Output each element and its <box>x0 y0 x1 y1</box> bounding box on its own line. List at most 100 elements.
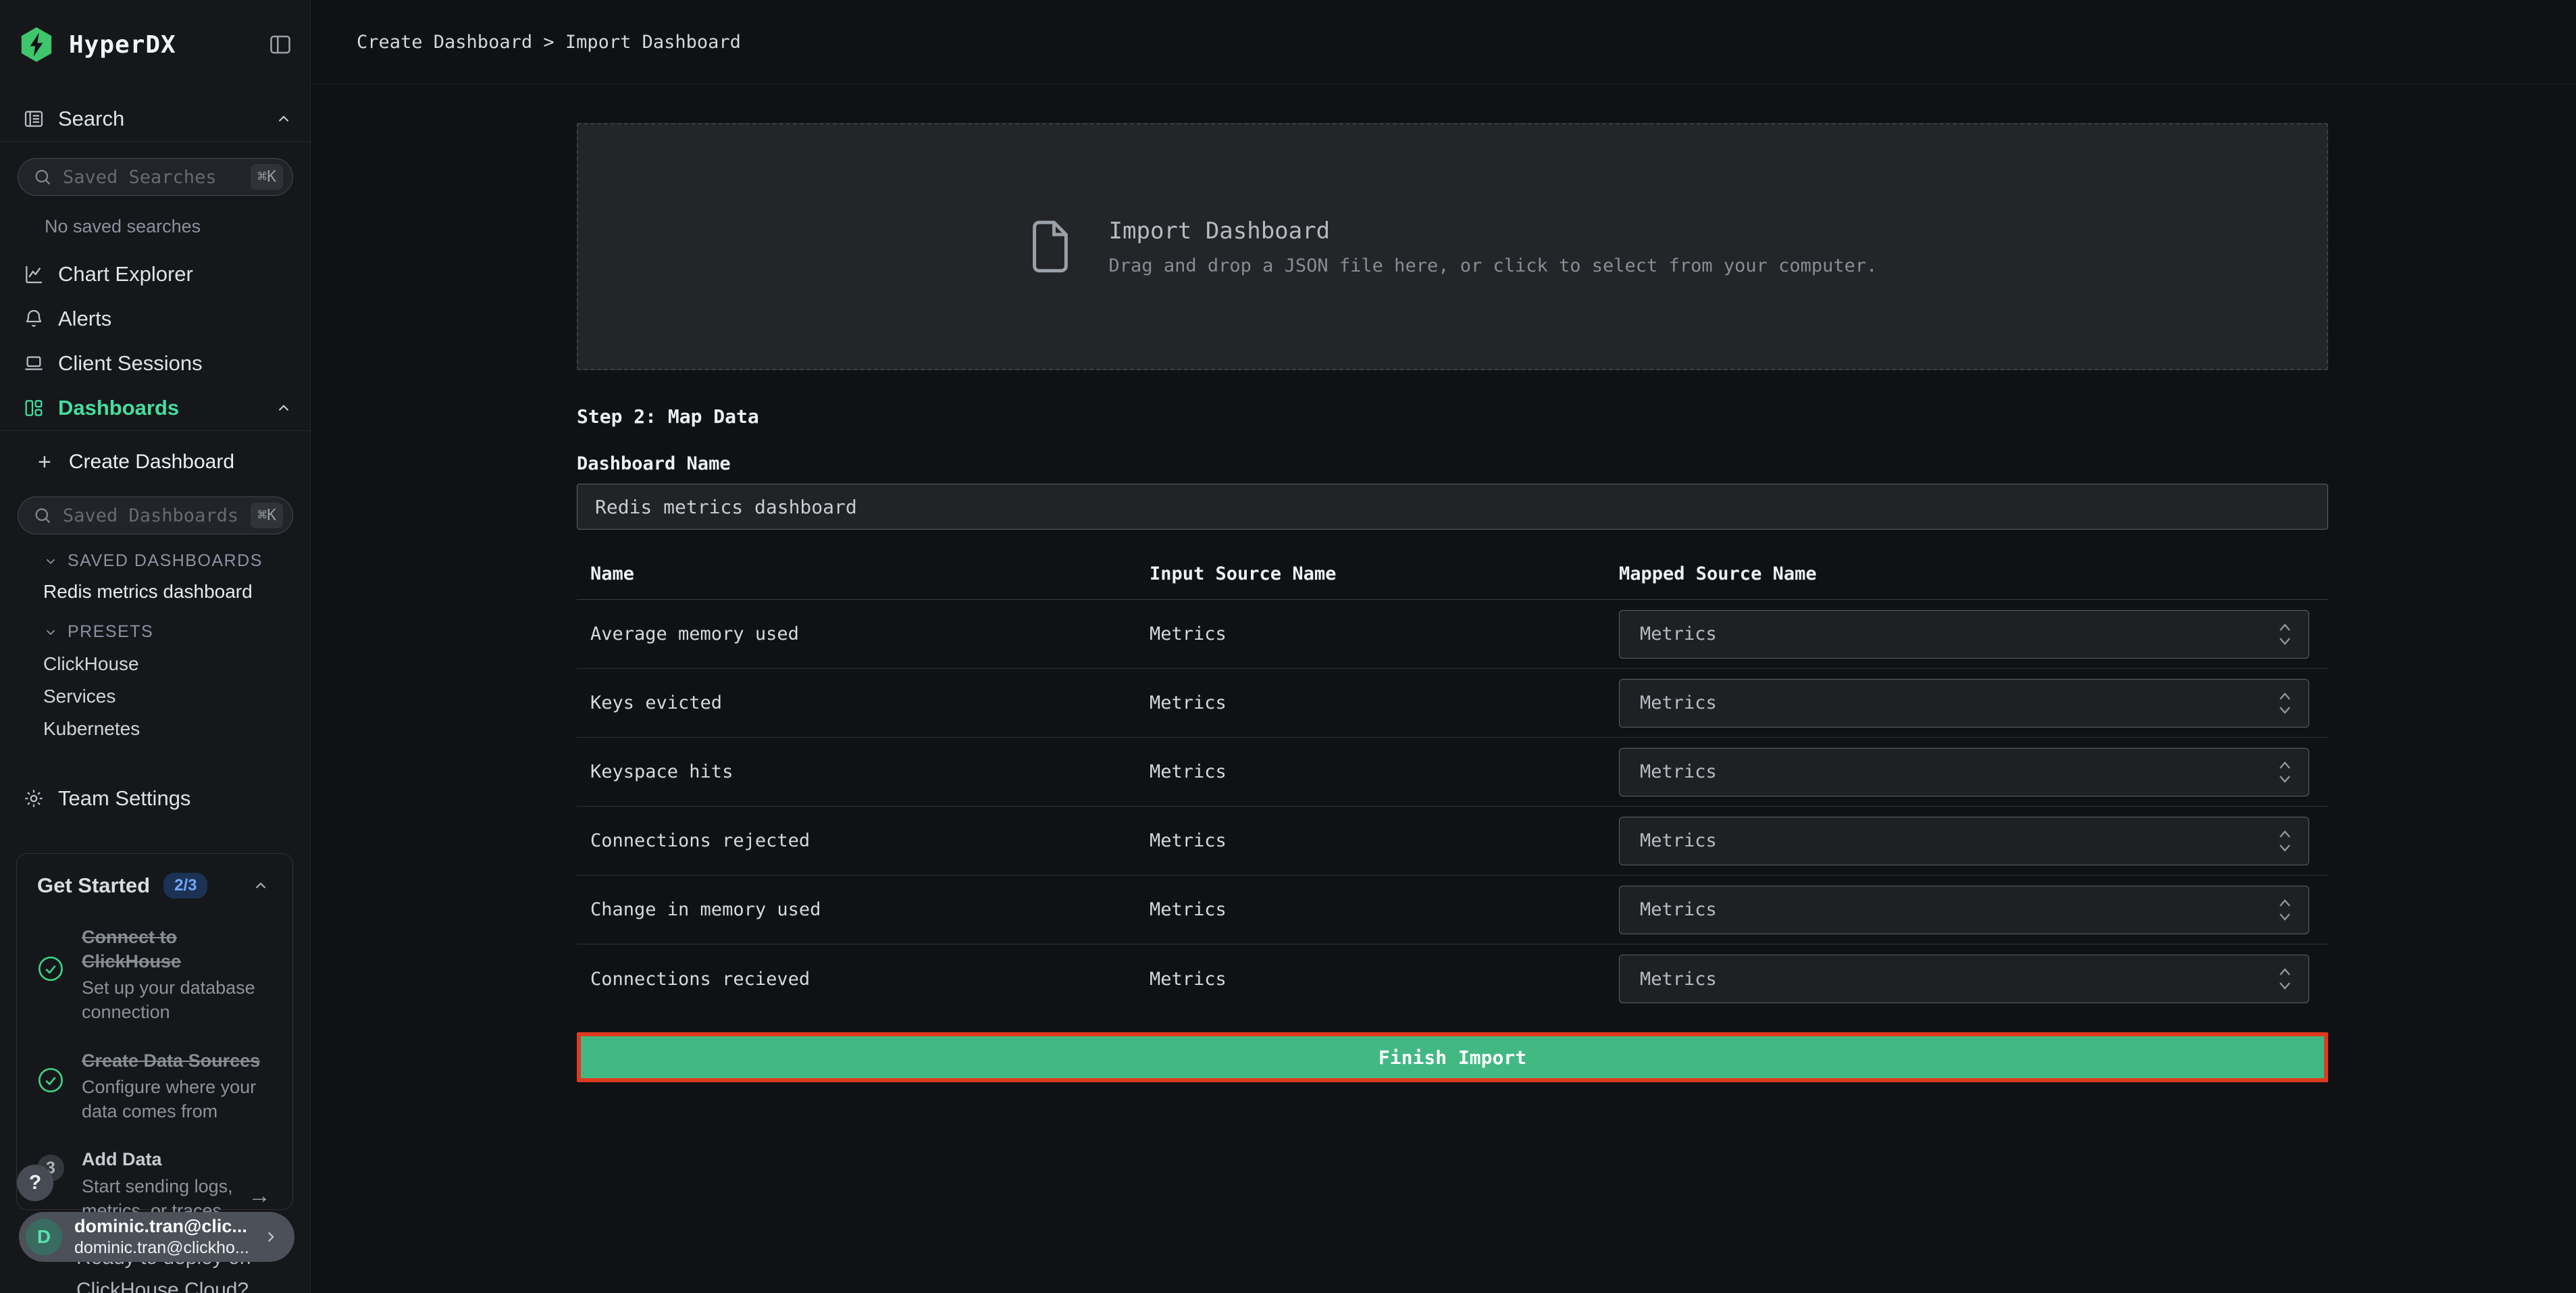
user-email: dominic.tran@clickho... <box>74 1238 249 1258</box>
search-icon <box>33 506 52 525</box>
mapped-source-value: Metrics <box>1640 761 1717 782</box>
chevron-up-icon <box>275 399 292 417</box>
sidebar-item-client-sessions[interactable]: Client Sessions <box>18 346 292 381</box>
create-dashboard-label: Create Dashboard <box>69 451 234 474</box>
app-root: HyperDX Search Saved Searches ⌘K No save… <box>0 0 2576 1293</box>
bell-icon <box>23 308 45 330</box>
sidebar-item-team-settings[interactable]: Team Settings <box>18 781 292 816</box>
saved-searches-input[interactable]: Saved Searches ⌘K <box>18 158 293 196</box>
dashboards-icon <box>23 397 45 419</box>
search-section-icon <box>23 108 45 130</box>
column-header-name: Name <box>577 563 1150 584</box>
sidebar-item-preset-kubernetes[interactable]: Kubernetes <box>43 718 140 740</box>
row-mapped-source-cell: Metrics <box>1619 886 2328 934</box>
mapped-source-select[interactable]: Metrics <box>1619 955 2309 1003</box>
arrow-right-icon: → <box>248 1183 271 1209</box>
step-desc: Set up your database connection <box>82 976 265 1024</box>
select-updown-icon <box>2277 828 2292 855</box>
plus-icon: + <box>38 449 51 476</box>
mapped-source-value: Metrics <box>1640 830 1717 851</box>
mapped-source-select[interactable]: Metrics <box>1619 610 2309 659</box>
sidebar-item-alerts[interactable]: Alerts <box>18 301 292 336</box>
column-header-input-source: Input Source Name <box>1150 563 1619 584</box>
row-input-source: Metrics <box>1150 692 1619 713</box>
map-table-body: Average memory usedMetricsMetrics Keys ev… <box>577 600 2328 1013</box>
mapped-source-select[interactable]: Metrics <box>1619 748 2309 796</box>
chart-icon <box>23 263 45 285</box>
table-row: Average memory usedMetricsMetrics <box>577 600 2328 669</box>
step-label: Step 2: Map Data <box>577 405 2328 428</box>
import-dashboard-content: Import Dashboard Drag and drop a JSON fi… <box>311 84 2328 1082</box>
create-dashboard-button[interactable]: + Create Dashboard <box>38 446 234 478</box>
row-name: Connections rejected <box>577 830 1150 851</box>
get-started-step-connect[interactable]: Connect to ClickHouse Set up your databa… <box>37 926 275 1025</box>
select-updown-icon <box>2277 621 2292 648</box>
user-name: dominic.tran@clic... <box>74 1216 249 1237</box>
select-updown-icon <box>2277 759 2292 786</box>
get-started-step-sources[interactable]: Create Data Sources Configure where your… <box>37 1049 275 1124</box>
cloud-banner-line2: ClickHouse Cloud? <box>76 1279 249 1293</box>
divider <box>0 430 310 431</box>
sidebar-item-label: Alerts <box>58 307 111 331</box>
saved-searches-placeholder: Saved Searches <box>63 167 217 188</box>
no-saved-searches-text: No saved searches <box>45 216 201 237</box>
logo-row: HyperDX <box>18 24 292 65</box>
row-input-source: Metrics <box>1150 899 1619 920</box>
avatar: D <box>26 1219 62 1255</box>
get-started-panel: Get Started 2/3 Connect to ClickHouse Se… <box>16 853 293 1210</box>
mapped-source-value: Metrics <box>1640 692 1717 713</box>
sidebar-item-label: Client Sessions <box>58 351 203 376</box>
progress-badge: 2/3 <box>163 873 207 898</box>
search-icon <box>33 168 52 186</box>
mapped-source-select[interactable]: Metrics <box>1619 679 2309 728</box>
divider <box>0 141 310 142</box>
sidebar-collapse-icon[interactable] <box>268 32 292 57</box>
mapped-source-select[interactable]: Metrics <box>1619 886 2309 934</box>
select-updown-icon <box>2277 896 2292 923</box>
shortcut-badge: ⌘K <box>251 503 283 528</box>
table-row: Connections rejectedMetricsMetrics <box>577 807 2328 876</box>
chevron-up-icon <box>252 877 269 894</box>
sidebar-item-label: Chart Explorer <box>58 262 193 286</box>
dashboard-name-input[interactable]: Redis metrics dashboard <box>577 484 2328 530</box>
chevron-down-icon <box>43 554 58 569</box>
mapped-source-select[interactable]: Metrics <box>1619 817 2309 865</box>
sidebar: HyperDX Search Saved Searches ⌘K No save… <box>0 0 311 1293</box>
row-name: Connections recieved <box>577 969 1150 990</box>
step-title: Connect to ClickHouse <box>82 926 265 973</box>
sidebar-item-chart-explorer[interactable]: Chart Explorer <box>18 257 292 292</box>
sidebar-item-dashboards[interactable]: Dashboards <box>18 388 292 428</box>
topbar: Create Dashboard > Import Dashboard <box>311 0 2576 84</box>
saved-dashboards-input[interactable]: Saved Dashboards ⌘K <box>18 497 293 534</box>
presets-section-header[interactable]: PRESETS <box>43 622 153 642</box>
table-row: Change in memory usedMetricsMetrics <box>577 876 2328 944</box>
laptop-icon <box>23 353 45 374</box>
sidebar-item-preset-services[interactable]: Services <box>43 686 115 707</box>
saved-dashboards-placeholder: Saved Dashboards <box>63 505 238 526</box>
get-started-header[interactable]: Get Started 2/3 <box>17 854 292 898</box>
gear-icon <box>23 788 45 809</box>
row-name: Keys evicted <box>577 692 1150 713</box>
sidebar-item-label: Search <box>58 107 124 131</box>
chevron-right-icon <box>262 1228 280 1246</box>
user-menu[interactable]: D dominic.tran@clic... dominic.tran@clic… <box>19 1212 294 1262</box>
sidebar-item-search[interactable]: Search <box>18 99 292 139</box>
shortcut-badge: ⌘K <box>251 164 283 190</box>
file-dropzone[interactable]: Import Dashboard Drag and drop a JSON fi… <box>577 123 2328 370</box>
dashboard-name-value: Redis metrics dashboard <box>595 496 857 518</box>
table-row: Connections recievedMetricsMetrics <box>577 944 2328 1013</box>
finish-import-button[interactable]: Finish Import <box>577 1032 2328 1082</box>
check-circle-icon <box>37 955 64 982</box>
saved-dashboards-section-header[interactable]: SAVED DASHBOARDS <box>43 551 263 571</box>
hyperdx-logo-icon <box>18 26 55 64</box>
help-button[interactable]: ? <box>17 1165 53 1201</box>
map-data-table: Name Input Source Name Mapped Source Nam… <box>577 563 2328 1013</box>
row-mapped-source-cell: Metrics <box>1619 817 2328 865</box>
sidebar-item-preset-clickhouse[interactable]: ClickHouse <box>43 653 139 675</box>
sidebar-item-redis-dashboard[interactable]: Redis metrics dashboard <box>43 581 253 603</box>
finish-import-label: Finish Import <box>1379 1046 1526 1069</box>
app-title: HyperDX <box>69 31 176 59</box>
row-input-source: Metrics <box>1150 830 1619 851</box>
dropzone-subtitle: Drag and drop a JSON file here, or click… <box>1109 255 1878 276</box>
select-updown-icon <box>2277 965 2292 992</box>
